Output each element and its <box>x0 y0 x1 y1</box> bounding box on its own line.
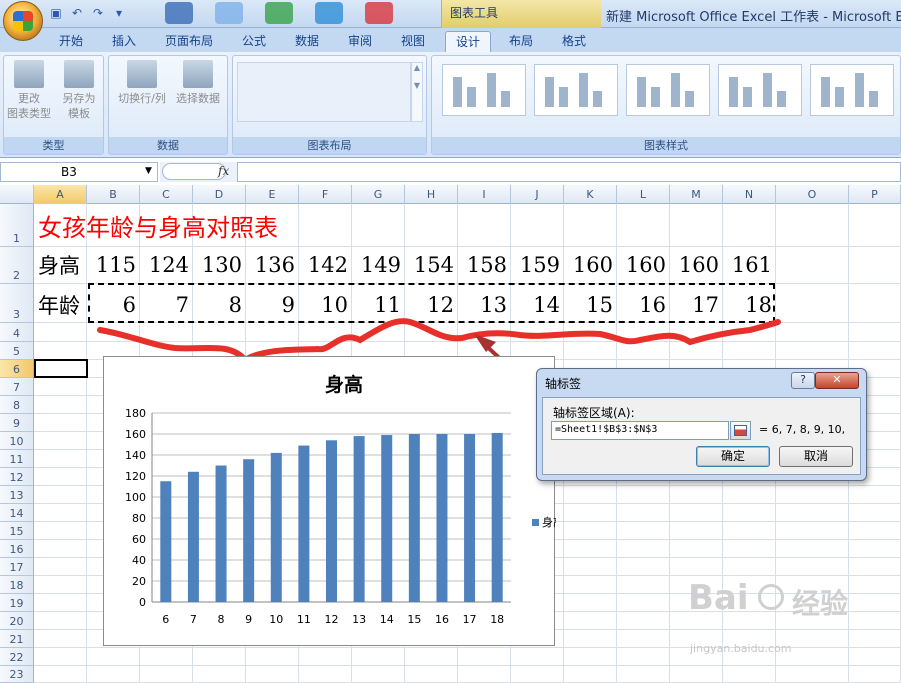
help-button[interactable]: ? <box>791 372 815 389</box>
x-tick-label: 8 <box>218 613 225 626</box>
axis-labels-dialog: 轴标签 ? ✕ 轴标签区域(A): =Sheet1!$B$3:$N$3 = 6,… <box>536 368 867 481</box>
collapse-dialog-button[interactable] <box>730 421 751 440</box>
range-preview: = 6, 7, 8, 9, 10, <box>759 423 846 436</box>
y-tick-label: 140 <box>125 449 146 462</box>
chart-title[interactable]: 身高 <box>325 373 363 396</box>
embedded-chart[interactable]: 身高 0 20 40 60 80 100 120 140 160 180 6 7 8 9 10 11 12 13 1… <box>103 356 564 646</box>
range-field-label: 轴标签区域(A): <box>553 406 635 420</box>
bar[interactable] <box>464 434 476 602</box>
bar[interactable] <box>381 435 393 602</box>
baidu-jingyan-watermark: Bai 经验 jingyan.baidu.com <box>688 578 888 668</box>
column-chart: 身高 0 20 40 60 80 100 120 140 160 180 6 7 8 9 10 11 12 13 1… <box>125 373 564 626</box>
x-tick-label: 13 <box>352 613 366 626</box>
y-tick-label: 0 <box>139 596 146 609</box>
y-tick-label: 60 <box>132 533 146 546</box>
bar[interactable] <box>270 452 282 602</box>
x-tick-label: 17 <box>463 613 477 626</box>
x-tick-label: 16 <box>435 613 449 626</box>
close-button[interactable]: ✕ <box>815 372 859 389</box>
plot-area[interactable]: 0 20 40 60 80 100 120 140 160 180 6 7 8 9 10 11 12 13 14 15… <box>125 407 511 626</box>
watermark-brand-cn: 经验 <box>792 587 849 620</box>
y-tick-label: 160 <box>125 428 146 441</box>
office-button[interactable] <box>3 1 43 41</box>
x-tick-label: 6 <box>162 613 169 626</box>
range-input-value: =Sheet1!$B$3:$N$3 <box>555 424 658 435</box>
x-tick-label: 15 <box>407 613 421 626</box>
y-tick-label: 120 <box>125 470 146 483</box>
range-input[interactable]: =Sheet1!$B$3:$N$3 <box>551 421 729 440</box>
range-selector-icon <box>734 425 747 436</box>
bar[interactable] <box>160 481 172 602</box>
x-tick-label: 11 <box>297 613 311 626</box>
watermark-brand: Bai <box>688 578 749 618</box>
paw-icon <box>758 584 784 610</box>
office-logo-icon <box>13 11 33 31</box>
x-tick-label: 7 <box>190 613 197 626</box>
cancel-button[interactable]: 取消 <box>779 446 853 467</box>
legend-swatch <box>532 519 539 526</box>
bar[interactable] <box>215 465 227 603</box>
y-tick-label: 100 <box>125 491 146 504</box>
x-tick-label: 14 <box>380 613 394 626</box>
legend-label[interactable]: 身高 <box>542 515 564 529</box>
watermark-url: jingyan.baidu.com <box>690 642 792 655</box>
y-tick-label: 180 <box>125 407 146 420</box>
x-tick-label: 9 <box>245 613 252 626</box>
red-underline-scribble <box>97 318 781 364</box>
x-tick-label: 10 <box>269 613 283 626</box>
y-tick-label: 80 <box>132 512 146 525</box>
bar[interactable] <box>491 432 503 602</box>
dialog-body: 轴标签区域(A): =Sheet1!$B$3:$N$3 = 6, 7, 8, 9… <box>542 397 861 475</box>
y-tick-label: 20 <box>132 575 146 588</box>
bar[interactable] <box>353 436 365 602</box>
bar[interactable] <box>243 459 255 602</box>
bar[interactable] <box>298 445 310 602</box>
bar[interactable] <box>187 471 199 602</box>
bar[interactable] <box>408 434 420 602</box>
y-tick-label: 40 <box>132 554 146 567</box>
x-tick-label: 12 <box>325 613 339 626</box>
bar[interactable] <box>436 434 448 602</box>
bar[interactable] <box>326 440 337 602</box>
dialog-title: 轴标签 <box>545 377 582 391</box>
x-tick-label: 18 <box>490 613 504 626</box>
ok-button[interactable]: 确定 <box>696 446 770 467</box>
